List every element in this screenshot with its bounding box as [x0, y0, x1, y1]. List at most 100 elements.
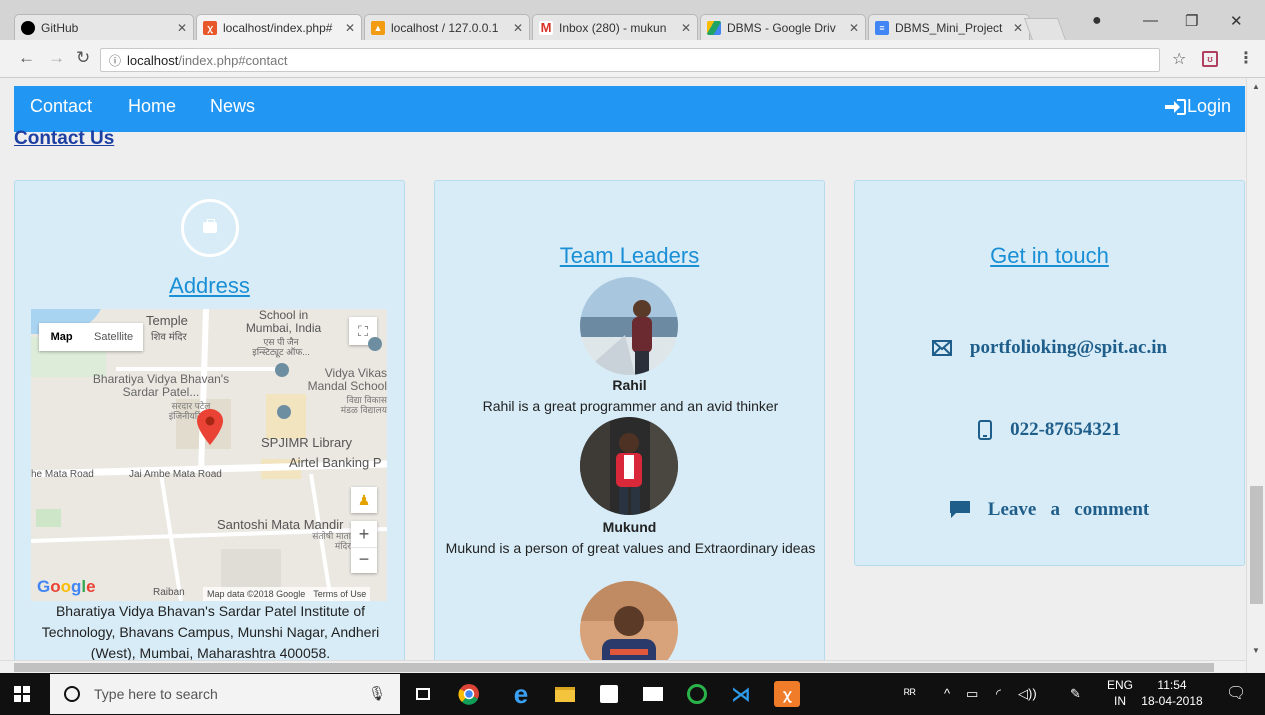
close-icon[interactable]: ✕	[681, 21, 691, 35]
windows-start-icon[interactable]	[14, 686, 30, 702]
vertical-scroll-thumb[interactable]	[1250, 486, 1263, 604]
tab-label: localhost / 127.0.0.1	[391, 20, 499, 35]
horizontal-scrollbar[interactable]	[0, 660, 1246, 673]
map-type-control: Map Satellite	[39, 323, 143, 351]
page-title[interactable]: Contact Us	[14, 128, 114, 150]
nav-home-link[interactable]: Home	[128, 96, 176, 117]
street-view-pegman-icon[interactable]: ♟	[351, 487, 377, 513]
taskbar-search-box[interactable]: Type here to search 🎙	[50, 674, 400, 714]
gmail-icon: M	[539, 20, 553, 35]
nav-contact-link[interactable]: Contact	[30, 96, 92, 117]
taskbar-clock[interactable]: 11:54 18-04-2018	[1140, 677, 1204, 709]
contact-phone[interactable]: 022-87654321	[1010, 419, 1121, 441]
address-bar[interactable]: ⓘ localhost/index.php#contact	[100, 48, 1160, 72]
forward-icon[interactable]: →	[48, 48, 65, 68]
tab-github[interactable]: GitHub ✕	[14, 14, 194, 40]
map-label: Vidya Vikas Mandal School	[307, 366, 387, 393]
zoom-in-button[interactable]: +	[351, 521, 377, 547]
close-icon[interactable]: ✕	[177, 21, 187, 35]
map-label: Bharatiya Vidya Bhavan's Sardar Patel...	[92, 372, 230, 399]
address-heading[interactable]: Address	[15, 273, 404, 299]
map-terms-link[interactable]: Terms of Use	[313, 589, 366, 599]
scroll-up-arrow-icon[interactable]: ▲	[1252, 82, 1260, 91]
map-type-satellite-button[interactable]: Satellite	[84, 323, 143, 351]
briefcase-icon	[181, 199, 239, 257]
get-in-touch-heading[interactable]: Get in touch	[855, 243, 1244, 269]
xampp-taskbar-icon[interactable]: ꭓ	[774, 681, 800, 707]
map-marker-icon[interactable]	[197, 409, 223, 445]
task-view-icon[interactable]	[410, 681, 436, 707]
map-label: विद्या विकास मंडळ विद्यालय	[340, 395, 387, 415]
clock-time: 11:54	[1157, 678, 1187, 692]
reload-icon[interactable]: ↻	[76, 48, 90, 68]
map-type-map-button[interactable]: Map	[39, 323, 84, 351]
get-in-touch-card: Get in touch portfolioking@spit.ac.in 02…	[854, 180, 1245, 566]
map-label: Airtel Banking P	[289, 455, 382, 470]
restore-icon[interactable]: ❐	[1185, 12, 1198, 30]
close-icon[interactable]: ✕	[513, 21, 523, 35]
back-icon[interactable]: ←	[18, 48, 35, 68]
xbox-icon[interactable]	[684, 681, 710, 707]
tab-phpmyadmin[interactable]: ▲ localhost / 127.0.0.1 ✕	[364, 14, 530, 40]
zoom-out-button[interactable]: −	[351, 547, 377, 573]
close-icon[interactable]: ✕	[345, 21, 355, 35]
clock-date: 18-04-2018	[1141, 694, 1203, 708]
login-link[interactable]: Login	[1164, 96, 1231, 117]
close-icon[interactable]: ✕	[849, 21, 859, 35]
site-navbar: Contact Home News Login	[14, 86, 1245, 132]
team-heading[interactable]: Team Leaders	[435, 243, 824, 269]
mail-icon[interactable]	[640, 681, 666, 707]
tab-label: localhost/index.php#	[223, 20, 333, 35]
map-label: शिव मंदिर	[151, 332, 187, 343]
close-window-icon[interactable]: ✕	[1230, 12, 1243, 30]
horizontal-scroll-thumb[interactable]	[14, 663, 1214, 672]
new-tab-button[interactable]	[1023, 18, 1067, 40]
xampp-icon: ꭓ	[203, 20, 217, 35]
microphone-icon[interactable]: 🎙	[368, 685, 386, 702]
extension-icon[interactable]: ʊ	[1202, 51, 1218, 67]
google-map[interactable]: Map Satellite ⛶ Temple शिव मंदिर School …	[31, 309, 387, 601]
pen-icon[interactable]: ✎	[1070, 686, 1081, 702]
vertical-scrollbar[interactable]: ▲ ▼	[1246, 78, 1265, 673]
scroll-down-arrow-icon[interactable]: ▼	[1252, 646, 1260, 655]
member-description: Rahil is a great programmer and an avid …	[482, 398, 779, 414]
map-label: संतोषी माता मंदिर	[312, 531, 351, 551]
leave-comment-link[interactable]: Leave a comment	[988, 499, 1149, 521]
github-icon	[21, 20, 35, 35]
language-indicator[interactable]: ENG IN	[1106, 677, 1134, 709]
battery-icon[interactable]: ▭	[966, 686, 978, 702]
search-placeholder: Type here to search	[94, 686, 218, 702]
minimize-icon[interactable]: —	[1143, 12, 1158, 29]
browser-toolbar: ← → ↻ ⓘ localhost/index.php#contact	[0, 40, 1265, 78]
info-icon: ⓘ	[109, 53, 122, 68]
store-icon[interactable]	[596, 681, 622, 707]
url-path: /index.php#contact	[178, 52, 288, 68]
chrome-icon[interactable]	[456, 681, 482, 707]
tab-localhost-index[interactable]: ꭓ localhost/index.php# ✕	[196, 14, 362, 40]
close-icon[interactable]: ✕	[1013, 21, 1023, 35]
contact-email[interactable]: portfolioking@spit.ac.in	[970, 337, 1167, 359]
volume-icon[interactable]: ◁))	[1018, 686, 1037, 702]
member-name: Mukund	[602, 519, 657, 535]
google-docs-icon: ≡	[875, 20, 889, 35]
edge-icon[interactable]: e	[508, 679, 534, 709]
wifi-icon[interactable]: ◜	[996, 686, 1001, 702]
vscode-icon[interactable]: ⋊	[728, 681, 754, 707]
tab-google-drive[interactable]: DBMS - Google Driv ✕	[700, 14, 866, 40]
show-hidden-icons-icon[interactable]: ^	[944, 686, 950, 701]
people-icon[interactable]: ᴿᴿ	[904, 686, 916, 701]
tab-gmail[interactable]: M Inbox (280) - mukun ✕	[532, 14, 698, 40]
profile-icon[interactable]: ●	[1092, 12, 1102, 30]
page-viewport: Contact Home News Login Contact Us Addre…	[0, 78, 1265, 673]
phone-row: 022-87654321	[855, 419, 1244, 441]
bookmark-star-icon[interactable]: ☆	[1172, 49, 1186, 69]
comment-icon	[949, 501, 970, 518]
menu-icon[interactable]: ⋮	[1238, 48, 1254, 68]
member-name: Rahil	[612, 377, 647, 393]
map-label: एस पी जैन इन्स्टिट्यूट ऑफ...	[252, 337, 310, 357]
nav-news-link[interactable]: News	[210, 96, 255, 117]
action-center-icon[interactable]: 🗨	[1226, 683, 1246, 703]
cortana-icon	[64, 686, 80, 702]
file-explorer-icon[interactable]	[552, 681, 578, 707]
tab-google-docs[interactable]: ≡ DBMS_Mini_Project ✕	[868, 14, 1030, 40]
